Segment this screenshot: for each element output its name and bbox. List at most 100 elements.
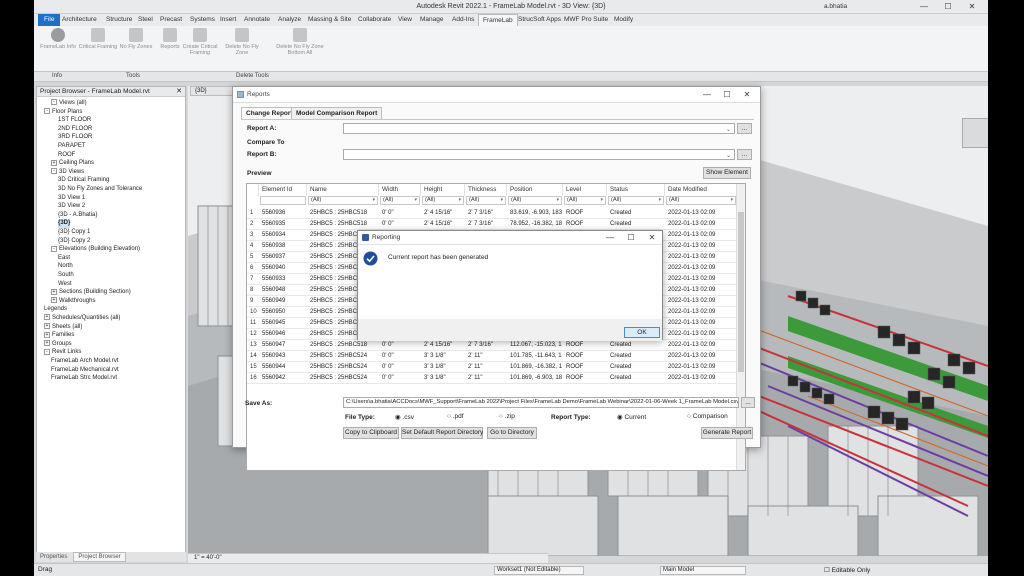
tree-item[interactable]: + Sheets (all) — [44, 323, 82, 332]
close-button[interactable]: ✕ — [645, 232, 659, 244]
close-button[interactable]: ✕ — [962, 1, 982, 13]
close-icon[interactable]: ✕ — [176, 87, 182, 97]
tree-item[interactable]: + Sections (Building Section) — [51, 288, 131, 297]
column-filter[interactable]: (All) ▾ — [507, 196, 563, 206]
tree-item[interactable]: - Views (all) — [51, 99, 87, 108]
tree-item[interactable]: -3D Views — [51, 168, 84, 177]
column-header[interactable]: Height — [421, 184, 465, 196]
editable-only-checkbox[interactable]: ☐ Editable Only — [824, 566, 870, 574]
maximize-button[interactable]: ☐ — [938, 1, 958, 13]
collapse-icon[interactable]: - — [44, 108, 50, 115]
table-row[interactable]: 13 5560947 25HBC5 : 25HBC518 0' 0" 2' 4 15/1… — [247, 340, 737, 351]
tree-item[interactable]: 3RD FLOOR — [58, 133, 92, 142]
expand-icon[interactable]: + — [44, 314, 50, 321]
table-row[interactable]: 16 5560942 25HBC5 : 25HBC524 0' 0" 3' 3 1/8"… — [247, 373, 737, 384]
report-type-comparison-radio[interactable]: ○ Comparison — [687, 413, 728, 420]
tree-item[interactable]: - Revit Links — [44, 348, 81, 357]
tab-insert[interactable]: Insert — [216, 14, 240, 26]
file-type-csv-radio[interactable]: ◉ .csv — [395, 413, 414, 421]
tree-item[interactable]: - Elevations (Building Elevation) — [51, 245, 140, 254]
table-row[interactable]: 14 5560943 25HBC5 : 25HBC524 0' 0" 3' 3 1/8"… — [247, 351, 737, 362]
column-filter[interactable]: (All) ▾ — [465, 196, 507, 206]
file-type-pdf-radio[interactable]: ○ .pdf — [447, 413, 464, 420]
collapse-icon[interactable]: - — [51, 245, 57, 252]
delete-no-fly-zone-button[interactable]: Delete No Fly Zone — [222, 28, 262, 56]
expand-icon[interactable]: + — [44, 323, 50, 330]
filter-dropdown[interactable]: (All) ▾ — [666, 196, 736, 205]
column-filter[interactable]: (All) ▾ — [379, 196, 421, 206]
report-a-browse-button[interactable]: ... — [737, 123, 752, 134]
collapse-icon[interactable]: - — [51, 168, 57, 175]
tree-item[interactable]: Legends — [44, 305, 67, 314]
filter-dropdown[interactable]: (All) ▾ — [380, 196, 420, 205]
expand-icon[interactable]: + — [44, 331, 50, 338]
column-filter[interactable]: (All) ▾ — [307, 196, 379, 206]
tree-item[interactable]: 3D View 1 — [58, 194, 85, 203]
column-filter[interactable]: (All) ▾ — [421, 196, 465, 206]
column-filter[interactable]: (All) ▾ — [607, 196, 665, 206]
tab-architecture[interactable]: Architecture — [58, 14, 101, 26]
tree-item[interactable]: ROOF — [58, 151, 75, 160]
tab-mwf-pro-suite[interactable]: MWF Pro Suite — [560, 14, 612, 26]
tab-add-ins[interactable]: Add-Ins — [448, 14, 478, 26]
delete-no-fly-zone-bottom-button[interactable]: Delete No Fly Zone Bottom All — [272, 28, 328, 56]
save-path-browse-button[interactable]: ... — [741, 397, 755, 408]
expand-icon[interactable]: + — [51, 297, 57, 304]
table-row[interactable]: 15 5560944 25HBC5 : 25HBC524 0' 0" 3' 3 1/8"… — [247, 362, 737, 373]
column-header[interactable]: Position — [507, 184, 563, 196]
tree-item[interactable]: 3D Critical Framing — [58, 176, 109, 185]
tab-strucsoft-apps[interactable]: StrucSoft Apps — [514, 14, 565, 26]
tree-item[interactable]: 1ST FLOOR — [58, 116, 91, 125]
generate-report-button[interactable]: Generate Report — [701, 427, 753, 439]
collapse-icon[interactable]: - — [44, 348, 50, 355]
show-element-button[interactable]: Show Element — [703, 167, 751, 179]
table-row[interactable]: 2 5560935 25HBC5 : 25HBC518 0' 0" 2' 4 15/16… — [247, 219, 737, 230]
tab-framelab[interactable]: FrameLab — [478, 14, 518, 26]
set-default-directory-button[interactable]: Set Default Report Directory — [401, 427, 483, 439]
expand-icon[interactable]: + — [51, 288, 57, 295]
filter-dropdown[interactable]: (All) ▾ — [422, 196, 464, 205]
maximize-button[interactable]: ☐ — [624, 232, 638, 244]
column-filter[interactable]: (All) ▾ — [665, 196, 737, 206]
tree-item[interactable]: - Floor Plans — [44, 108, 82, 117]
tree-item[interactable]: South — [58, 271, 74, 280]
tree-item[interactable]: West — [58, 280, 72, 289]
tab-precast[interactable]: Precast — [156, 14, 186, 26]
table-row[interactable]: 1 5560936 25HBC5 : 25HBC518 0' 0" 2' 4 15/16… — [247, 208, 737, 219]
filter-dropdown[interactable]: (All) ▾ — [466, 196, 506, 205]
tree-item[interactable]: + Ceiling Plans — [51, 159, 94, 168]
column-header[interactable]: Element Id — [259, 184, 307, 196]
tree-item[interactable]: {3D} — [58, 219, 71, 228]
filter-dropdown[interactable]: (All) ▾ — [508, 196, 562, 205]
view-scale[interactable]: 1" = 40'-0" — [194, 555, 222, 561]
go-to-directory-button[interactable]: Go to Directory — [487, 427, 537, 439]
tree-item[interactable]: 3D No Fly Zones and Tolerance — [58, 185, 142, 194]
critical-framing-button[interactable]: Critical Framing — [78, 28, 118, 50]
filter-dropdown[interactable] — [260, 196, 306, 205]
report-type-current-radio[interactable]: ◉ Current — [617, 413, 646, 421]
collapse-icon[interactable]: - — [51, 99, 57, 106]
tree-item[interactable]: + Walkthroughs — [51, 297, 95, 306]
tree-item[interactable]: FrameLab Mechanical.rvt — [51, 366, 119, 375]
tab-view[interactable]: View — [394, 14, 416, 26]
column-header[interactable]: Thickness — [465, 184, 507, 196]
column-header[interactable]: Level — [563, 184, 607, 196]
tree-item[interactable]: 3D View 2 — [58, 202, 85, 211]
file-type-zip-radio[interactable]: ○ .zip — [499, 413, 515, 420]
filter-dropdown[interactable]: (All) ▾ — [308, 196, 378, 205]
tab-model-comparison-report[interactable]: Model Comparison Report — [291, 107, 383, 119]
save-path-input[interactable]: C:\Users\a.bhatia\ACCDocs\MWF_Support\Fr… — [343, 397, 739, 408]
tab-structure[interactable]: Structure — [102, 14, 136, 26]
tab-analyze[interactable]: Analyze — [274, 14, 305, 26]
signed-in-user[interactable]: a.bhatia — [824, 3, 847, 10]
column-filter[interactable]: (All) ▾ — [563, 196, 607, 206]
tree-item[interactable]: FrameLab Strc Model.rvt — [51, 374, 117, 383]
tree-item[interactable]: North — [58, 262, 73, 271]
tree-item[interactable]: + Families — [44, 331, 74, 340]
tree-item[interactable]: FrameLab Arch Model.rvt — [51, 357, 118, 366]
expand-icon[interactable]: + — [51, 159, 57, 166]
column-header[interactable]: Name — [307, 184, 379, 196]
column-header[interactable]: Width — [379, 184, 421, 196]
tree-item[interactable]: {3D - A.Bhatia} — [58, 211, 97, 220]
tree-item[interactable]: East — [58, 254, 70, 263]
